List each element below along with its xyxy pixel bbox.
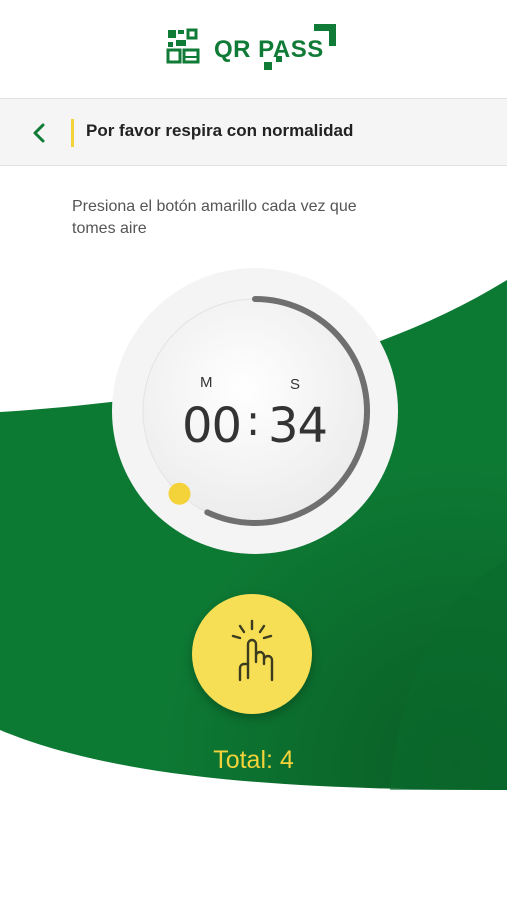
- navigation-bar: Por favor respira con normalidad: [0, 98, 507, 166]
- minutes-label: M: [200, 374, 213, 391]
- instruction-text: Presiona el botón amarillo cada vez que …: [72, 198, 357, 237]
- back-button[interactable]: [26, 119, 54, 147]
- seconds-label: S: [290, 376, 301, 393]
- breath-total: Total: 4: [213, 746, 294, 774]
- page-title: Por favor respira con normalidad: [86, 121, 354, 140]
- breath-tap-button[interactable]: [192, 594, 312, 714]
- app-header: QR PASS: [0, 0, 507, 98]
- title-divider: [71, 119, 74, 147]
- timer-dial: M S 00 : 34: [112, 268, 398, 554]
- minutes-value: 00: [182, 398, 242, 454]
- qr-pass-logo: QR PASS: [166, 22, 346, 74]
- chevron-left-icon: [33, 123, 45, 143]
- seconds-value: 34: [268, 398, 328, 454]
- time-separator: :: [246, 396, 261, 445]
- tap-finger-icon: [231, 619, 274, 682]
- logo-accent-icon: [264, 24, 336, 70]
